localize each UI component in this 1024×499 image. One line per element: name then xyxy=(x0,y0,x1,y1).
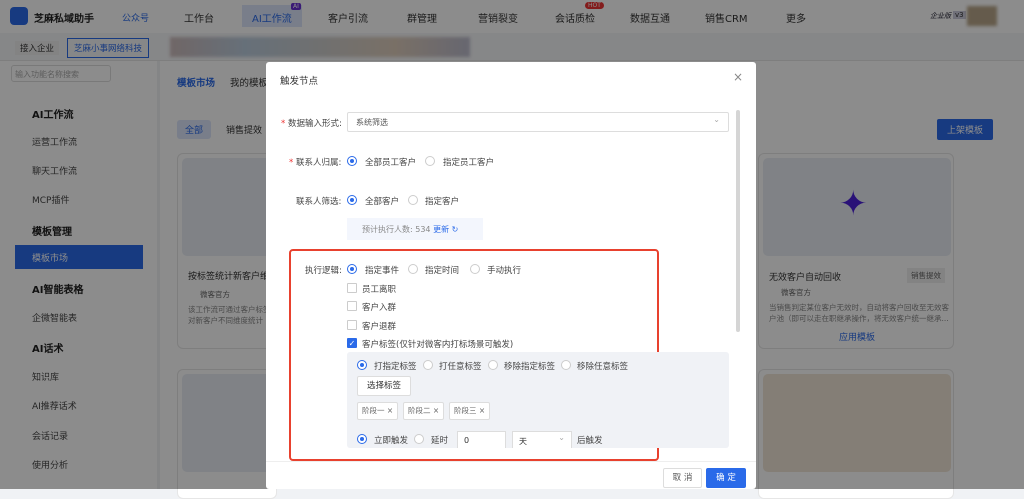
owner-option-label: 指定员工客户 xyxy=(443,158,495,168)
owner-radio-all[interactable] xyxy=(347,156,357,166)
event-checkbox-customer-tag[interactable]: ✓ xyxy=(347,338,357,348)
estimate-box: 预计执行人数: 534 更新 ↻ xyxy=(347,218,483,240)
tag-mode-label: 打任意标签 xyxy=(439,362,482,372)
filter-radio-all[interactable] xyxy=(347,195,357,205)
owner-option-label: 全部员工客户 xyxy=(365,158,417,168)
filter-option-label: 全部客户 xyxy=(365,197,400,207)
owner-label: * 联系人归属: xyxy=(289,158,342,168)
event-checkbox-join-group[interactable] xyxy=(347,301,357,311)
estimate-count: 534 xyxy=(415,225,431,234)
estimate-label: 预计执行人数: xyxy=(362,225,413,234)
refresh-button[interactable]: 更新 xyxy=(433,225,449,234)
tag-chip: 阶段二 × xyxy=(403,402,445,420)
tag-mode-radio-add-any[interactable] xyxy=(423,360,433,370)
filter-option-label: 指定客户 xyxy=(425,197,460,207)
event-checkbox-staff-leave[interactable] xyxy=(347,283,357,293)
logic-radio-time[interactable] xyxy=(408,264,418,274)
confirm-button[interactable]: 确 定 xyxy=(706,468,746,488)
label-text: 数据输入形式: xyxy=(287,119,342,129)
event-label: 客户标签(仅针对微客内打标场景可触发) xyxy=(362,340,514,350)
tag-label: 阶段一 xyxy=(362,406,385,415)
dialog-footer-divider xyxy=(266,461,756,462)
delay-input[interactable]: 0 xyxy=(457,431,506,448)
event-label: 客户退群 xyxy=(362,322,397,332)
dialog-scrollbar[interactable] xyxy=(736,110,740,332)
tag-chip: 阶段三 × xyxy=(449,402,491,420)
logic-radio-manual[interactable] xyxy=(470,264,480,274)
filter-radio-specific[interactable] xyxy=(408,195,418,205)
tag-chip: 阶段一 × xyxy=(357,402,399,420)
event-label: 客户入群 xyxy=(362,303,397,313)
logic-option-label: 手动执行 xyxy=(487,266,522,276)
tag-label: 阶段二 xyxy=(408,406,431,415)
tag-mode-radio-remove-specific[interactable] xyxy=(488,360,498,370)
tag-mode-label: 移除指定标签 xyxy=(504,362,556,372)
tag-remove-icon[interactable]: × xyxy=(433,406,439,415)
input-form-select[interactable]: 系统筛选 ⌄ xyxy=(347,112,729,132)
tag-remove-icon[interactable]: × xyxy=(479,406,485,415)
trigger-label: 立即触发 xyxy=(374,436,409,446)
select-tags-button[interactable]: 选择标签 xyxy=(357,376,411,396)
chevron-down-icon: ⌄ xyxy=(713,115,720,124)
close-icon[interactable]: × xyxy=(733,70,743,84)
logic-option-label: 指定事件 xyxy=(365,266,400,276)
dialog-title: 触发节点 xyxy=(280,76,319,87)
logic-label: 执行逻辑: xyxy=(305,266,342,276)
tag-mode-label: 打指定标签 xyxy=(374,362,417,372)
tag-label: 阶段三 xyxy=(454,406,477,415)
trigger-row-clip: 立即触发 延时 0 天 ⌄ 后触发 xyxy=(347,430,729,448)
logic-option-label: 指定时间 xyxy=(425,266,460,276)
trigger-radio-delay[interactable] xyxy=(414,434,424,444)
logic-radio-event[interactable] xyxy=(347,264,357,274)
tag-mode-radio-remove-any[interactable] xyxy=(561,360,571,370)
tag-remove-icon[interactable]: × xyxy=(387,406,393,415)
event-label: 员工离职 xyxy=(362,285,397,295)
tag-mode-label: 移除任意标签 xyxy=(577,362,629,372)
owner-radio-specific[interactable] xyxy=(425,156,435,166)
trigger-label: 延时 xyxy=(431,436,449,446)
chevron-down-icon: ⌄ xyxy=(558,433,565,442)
delay-unit-select[interactable]: 天 ⌄ xyxy=(512,431,572,448)
input-form-label: * 数据输入形式: xyxy=(281,119,342,129)
refresh-icon[interactable]: ↻ xyxy=(449,225,459,234)
label-text: 联系人归属: xyxy=(295,158,342,168)
event-checkbox-leave-group[interactable] xyxy=(347,320,357,330)
tag-mode-radio-add-specific[interactable] xyxy=(357,360,367,370)
trigger-suffix: 后触发 xyxy=(577,436,603,446)
filter-label: 联系人筛选: xyxy=(296,197,342,207)
cancel-button[interactable]: 取 消 xyxy=(663,468,702,488)
select-value: 系统筛选 xyxy=(356,118,388,127)
select-value: 天 xyxy=(519,437,527,446)
trigger-radio-immediate[interactable] xyxy=(357,434,367,444)
